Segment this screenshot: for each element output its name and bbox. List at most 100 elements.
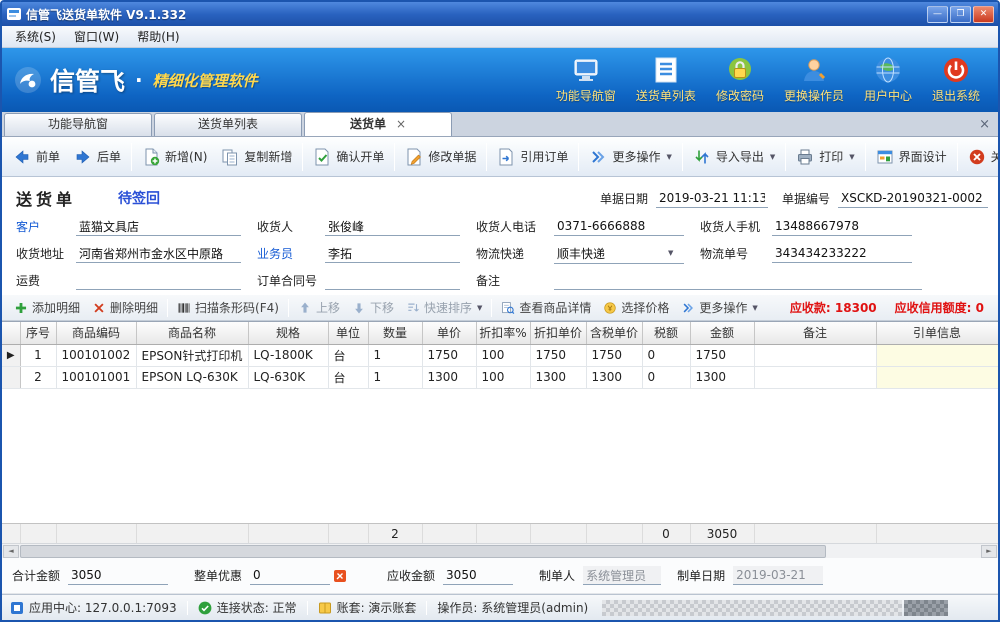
- banner-action-user-center[interactable]: 用户中心: [864, 56, 912, 104]
- cell-tax-price[interactable]: 1750: [586, 344, 642, 366]
- banner-action-operator[interactable]: 更换操作员: [784, 56, 844, 104]
- cell-tax[interactable]: 0: [642, 366, 690, 388]
- close-window-button[interactable]: 关闭窗口: [961, 141, 1000, 173]
- cell-code[interactable]: 100101002: [56, 344, 136, 366]
- cell-name[interactable]: EPSON针式打印机: [136, 344, 248, 366]
- prev-doc-button[interactable]: 前单: [6, 141, 67, 173]
- express-combo[interactable]: ▼: [554, 244, 684, 264]
- cell-price[interactable]: 1300: [422, 366, 476, 388]
- more-detail-operations-button[interactable]: 更多操作 ▼: [675, 297, 763, 319]
- banner-action-password[interactable]: 修改密码: [716, 56, 764, 104]
- table-row[interactable]: ▶ 1 100101002 EPSON针式打印机 LQ-1800K 台 1 17…: [2, 344, 998, 366]
- row-selector[interactable]: [2, 366, 20, 388]
- discount-field[interactable]: [250, 566, 330, 585]
- cell-spec[interactable]: LQ-1800K: [248, 344, 328, 366]
- delete-detail-button[interactable]: 删除明细: [86, 297, 164, 319]
- add-detail-button[interactable]: 添加明细: [8, 297, 86, 319]
- doc-no-field[interactable]: [838, 189, 988, 208]
- scroll-left-icon[interactable]: ◄: [3, 545, 19, 558]
- cell-discount-price[interactable]: 1300: [530, 366, 586, 388]
- cell-spec[interactable]: LQ-630K: [248, 366, 328, 388]
- col-header[interactable]: 金额: [690, 322, 754, 344]
- col-header[interactable]: 数量: [368, 322, 422, 344]
- cell-discount-rate[interactable]: 100: [476, 344, 530, 366]
- new-doc-button[interactable]: 新增(N): [135, 141, 214, 173]
- tab-delivery-list[interactable]: 送货单列表: [154, 113, 302, 136]
- cell-remark[interactable]: [754, 366, 876, 388]
- address-field[interactable]: [76, 244, 241, 263]
- minimize-button[interactable]: —: [927, 6, 948, 23]
- total-amount-field[interactable]: [68, 566, 168, 585]
- banner-action-nav[interactable]: 功能导航窗: [556, 56, 616, 104]
- ui-design-button[interactable]: 界面设计: [869, 141, 954, 173]
- scroll-right-icon[interactable]: ►: [981, 545, 997, 558]
- cell-ref-info[interactable]: [876, 366, 998, 388]
- freight-field[interactable]: [76, 271, 241, 290]
- chevron-down-icon[interactable]: ▼: [666, 249, 675, 257]
- tracking-field[interactable]: [772, 244, 912, 263]
- remark-field[interactable]: [554, 271, 922, 290]
- tabstrip-close-icon[interactable]: ×: [973, 117, 996, 132]
- cell-seq[interactable]: 1: [20, 344, 56, 366]
- col-header[interactable]: 折扣率%: [476, 322, 530, 344]
- more-operations-button[interactable]: 更多操作 ▼: [582, 141, 678, 173]
- col-header[interactable]: 折扣单价: [530, 322, 586, 344]
- next-doc-button[interactable]: 后单: [67, 141, 128, 173]
- quote-order-button[interactable]: 引用订单: [490, 141, 575, 173]
- horizontal-scrollbar[interactable]: ◄ ►: [2, 543, 998, 558]
- col-header[interactable]: 单位: [328, 322, 368, 344]
- menu-help[interactable]: 帮助(H): [128, 26, 188, 47]
- col-header[interactable]: 引单信息: [876, 322, 998, 344]
- customer-label[interactable]: 客户: [16, 218, 76, 235]
- menu-window[interactable]: 窗口(W): [65, 26, 128, 47]
- express-field[interactable]: [554, 244, 666, 263]
- scrollbar-track[interactable]: [20, 545, 980, 558]
- quick-sort-button[interactable]: 快速排序 ▼: [400, 297, 488, 319]
- customer-field[interactable]: [76, 217, 241, 236]
- copy-new-button[interactable]: 复制新增: [214, 141, 299, 173]
- tab-close-icon[interactable]: ×: [396, 117, 406, 131]
- receivable-amount-field[interactable]: [443, 566, 513, 585]
- col-header[interactable]: 含税单价: [586, 322, 642, 344]
- confirm-doc-button[interactable]: 确认开单: [306, 141, 391, 173]
- banner-action-list[interactable]: 送货单列表: [636, 56, 696, 104]
- move-down-button[interactable]: 下移: [346, 297, 400, 319]
- row-selector[interactable]: ▶: [2, 344, 20, 366]
- cell-unit[interactable]: 台: [328, 344, 368, 366]
- cell-name[interactable]: EPSON LQ-630K: [136, 366, 248, 388]
- banner-action-exit[interactable]: 退出系统: [932, 56, 980, 104]
- cell-amount[interactable]: 1750: [690, 344, 754, 366]
- discount-edit-icon[interactable]: [333, 569, 347, 583]
- cell-tax[interactable]: 0: [642, 344, 690, 366]
- print-button[interactable]: 打印 ▼: [789, 141, 861, 173]
- scrollbar-thumb[interactable]: [20, 545, 826, 558]
- maximize-button[interactable]: ❐: [950, 6, 971, 23]
- cell-price[interactable]: 1750: [422, 344, 476, 366]
- col-header[interactable]: 商品编码: [56, 322, 136, 344]
- table-row[interactable]: 2 100101001 EPSON LQ-630K LQ-630K 台 1 13…: [2, 366, 998, 388]
- cell-code[interactable]: 100101001: [56, 366, 136, 388]
- col-header[interactable]: 税额: [642, 322, 690, 344]
- close-button[interactable]: ✕: [973, 6, 994, 23]
- cell-discount-price[interactable]: 1750: [530, 344, 586, 366]
- edit-doc-button[interactable]: 修改单据: [398, 141, 483, 173]
- salesman-field[interactable]: [325, 244, 460, 263]
- cell-qty[interactable]: 1: [368, 344, 422, 366]
- col-header[interactable]: 备注: [754, 322, 876, 344]
- tab-delivery-order[interactable]: 送货单×: [304, 112, 452, 136]
- col-header[interactable]: 规格: [248, 322, 328, 344]
- cell-amount[interactable]: 1300: [690, 366, 754, 388]
- cell-unit[interactable]: 台: [328, 366, 368, 388]
- col-header[interactable]: 单价: [422, 322, 476, 344]
- move-up-button[interactable]: 上移: [292, 297, 346, 319]
- menu-system[interactable]: 系统(S): [6, 26, 65, 47]
- view-product-detail-button[interactable]: 查看商品详情: [495, 297, 597, 319]
- receiver-field[interactable]: [325, 217, 460, 236]
- cell-seq[interactable]: 2: [20, 366, 56, 388]
- cell-qty[interactable]: 1: [368, 366, 422, 388]
- col-header[interactable]: 序号: [20, 322, 56, 344]
- scan-barcode-button[interactable]: 扫描条形码(F4): [171, 297, 285, 319]
- select-price-button[interactable]: 选择价格: [597, 297, 675, 319]
- col-header[interactable]: 商品名称: [136, 322, 248, 344]
- receiver-phone-field[interactable]: [554, 217, 684, 236]
